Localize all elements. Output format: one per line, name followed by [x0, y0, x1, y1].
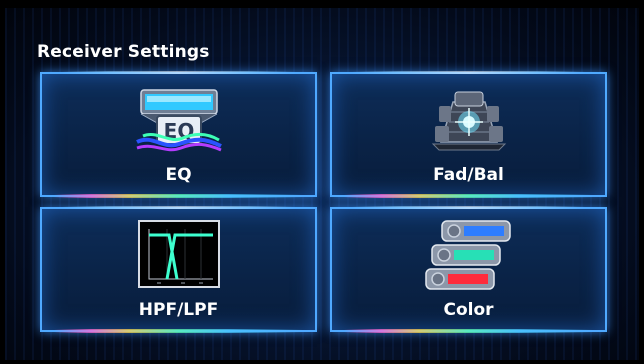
- color-sliders-icon: [424, 220, 511, 290]
- page-title: Receiver Settings: [37, 42, 210, 62]
- eq-tile-button[interactable]: EQ EQ: [40, 71, 317, 198]
- filter-graph-icon: [137, 220, 220, 288]
- receiver-settings-screen: Receiver Settings EQ EQ Fad/Bal HPF/LPF …: [5, 8, 639, 360]
- fad-bal-label: Fad/Bal: [433, 165, 504, 185]
- hpf-lpf-tile-button[interactable]: HPF/LPF: [40, 206, 317, 333]
- color-tile-button[interactable]: Color: [330, 206, 607, 333]
- fader-balance-icon: [431, 91, 506, 151]
- eq-label: EQ: [165, 165, 192, 185]
- hpf-lpf-label: HPF/LPF: [138, 300, 219, 320]
- color-label: Color: [443, 300, 494, 320]
- eq-icon: EQ: [135, 89, 222, 152]
- fad-bal-tile-button[interactable]: Fad/Bal: [330, 71, 607, 198]
